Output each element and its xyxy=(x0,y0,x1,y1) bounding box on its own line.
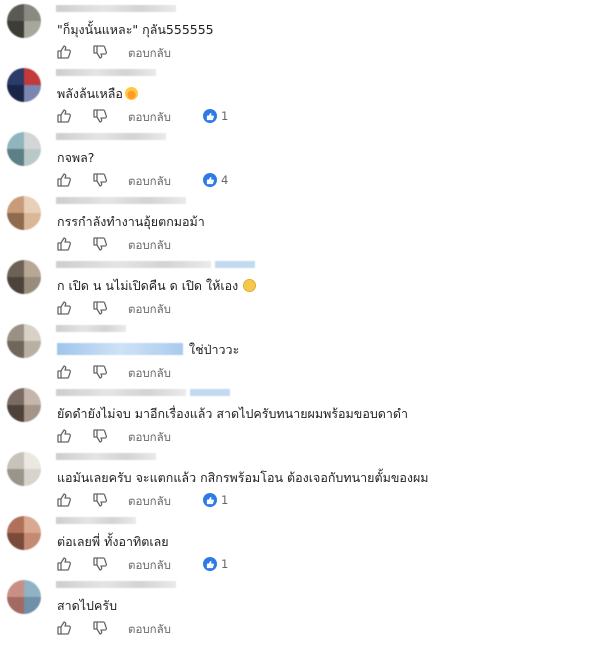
thumbs-down-icon[interactable] xyxy=(92,172,108,188)
smiling-emoji-icon xyxy=(243,279,257,292)
thumbs-up-icon[interactable] xyxy=(56,556,72,572)
thumbs-down-icon[interactable] xyxy=(92,556,108,572)
reply-button[interactable]: ตอบกลับ xyxy=(128,429,171,447)
commenter-name-blurred[interactable] xyxy=(56,197,186,204)
avatar[interactable] xyxy=(7,452,41,486)
like-count[interactable]: 1 xyxy=(203,108,228,124)
commenter-name-blurred[interactable] xyxy=(56,581,176,588)
commenter-name-blurred[interactable] xyxy=(56,325,126,332)
thumbs-up-icon[interactable] xyxy=(56,172,72,188)
thumbs-down-icon[interactable] xyxy=(92,364,108,380)
thumbs-down-icon[interactable] xyxy=(92,492,108,508)
comment-text-content: พลังล้นเหลือ xyxy=(57,86,123,101)
comment-item: พลังล้นเหลือ ตอบกลับ 1 xyxy=(0,68,600,134)
reply-button[interactable]: ตอบกลับ xyxy=(128,557,171,575)
comment-item: กรรกำลังทำงานอุ้ยตกมอม้า ตอบกลับ xyxy=(0,196,600,262)
reply-button[interactable]: ตอบกลับ xyxy=(128,173,171,191)
comment-text: แอมันเลยครับ จะแตกแล้ว กสิกรพร้อมโอน ต้อ… xyxy=(57,470,429,485)
comment-text: ยัดดำยังไม่จบ มาอีกเรื่องแล้ว สาดไปครับท… xyxy=(57,406,409,421)
like-reaction-icon xyxy=(203,493,217,507)
like-count-number: 4 xyxy=(221,173,229,187)
comment-item: "ก็มุงนั้นแหละ" กุลัน555555 ตอบกลับ xyxy=(0,4,600,70)
thumbs-down-icon[interactable] xyxy=(92,300,108,316)
thumbs-up-icon[interactable] xyxy=(56,300,72,316)
commenter-name-blurred[interactable] xyxy=(56,5,176,12)
reply-button[interactable]: ตอบกลับ xyxy=(128,621,171,639)
reply-button[interactable]: ตอบกลับ xyxy=(128,365,171,383)
thumbs-up-icon[interactable] xyxy=(56,44,72,60)
like-count-number: 1 xyxy=(221,557,229,571)
comment-text: ต่อเลยพี่ ทั้งอาทิตเลย xyxy=(57,534,169,549)
comment-text-content: ใช่ป่าววะ xyxy=(189,342,240,357)
comment-item: สาดไปครับ ตอบกลับ xyxy=(0,580,600,646)
avatar[interactable] xyxy=(7,388,41,422)
comment-text: ก เปิด น นไม่เปิดคืน ด เปิด ให้เอง xyxy=(57,278,257,294)
commenter-name-blurred[interactable] xyxy=(56,133,166,140)
avatar[interactable] xyxy=(7,68,41,102)
comment-item: แอมันเลยครับ จะแตกแล้ว กสิกรพร้อมโอน ต้อ… xyxy=(0,452,600,518)
like-reaction-icon xyxy=(203,557,217,571)
thumbs-up-icon[interactable] xyxy=(56,428,72,444)
reply-button[interactable]: ตอบกลับ xyxy=(128,493,171,511)
thumbs-down-icon[interactable] xyxy=(92,620,108,636)
reply-button[interactable]: ตอบกลับ xyxy=(128,237,171,255)
comment-text: พลังล้นเหลือ xyxy=(57,86,138,102)
laughing-emoji-icon xyxy=(124,87,138,100)
avatar[interactable] xyxy=(7,4,41,38)
reply-button[interactable]: ตอบกลับ xyxy=(128,45,171,63)
like-count-number: 1 xyxy=(221,109,229,123)
thumbs-down-icon[interactable] xyxy=(92,108,108,124)
commenter-name-blurred[interactable] xyxy=(56,261,255,268)
like-reaction-icon xyxy=(203,173,217,187)
avatar[interactable] xyxy=(7,196,41,230)
comment-text: ใช่ป่าววะ xyxy=(57,342,239,358)
like-count-number: 1 xyxy=(221,493,229,507)
avatar[interactable] xyxy=(7,132,41,166)
avatar[interactable] xyxy=(7,516,41,550)
like-count[interactable]: 4 xyxy=(203,172,228,188)
avatar[interactable] xyxy=(7,324,41,358)
comment-item: ก เปิด น นไม่เปิดคืน ด เปิด ให้เอง ตอบกล… xyxy=(0,260,600,326)
thumbs-up-icon[interactable] xyxy=(56,620,72,636)
comment-text: กรรกำลังทำงานอุ้ยตกมอม้า xyxy=(57,214,205,229)
avatar[interactable] xyxy=(7,580,41,614)
thumbs-down-icon[interactable] xyxy=(92,44,108,60)
thumbs-up-icon[interactable] xyxy=(56,492,72,508)
comment-item: ยัดดำยังไม่จบ มาอีกเรื่องแล้ว สาดไปครับท… xyxy=(0,388,600,454)
thumbs-up-icon[interactable] xyxy=(56,364,72,380)
comment-item: กจพล? ตอบกลับ 4 xyxy=(0,132,600,198)
like-count[interactable]: 1 xyxy=(203,556,228,572)
reply-button[interactable]: ตอบกลับ xyxy=(128,109,171,127)
avatar[interactable] xyxy=(7,260,41,294)
reply-button[interactable]: ตอบกลับ xyxy=(128,301,171,319)
like-count[interactable]: 1 xyxy=(203,492,228,508)
comment-text: "ก็มุงนั้นแหละ" กุลัน555555 xyxy=(57,22,214,37)
commenter-name-blurred[interactable] xyxy=(56,453,156,460)
mention-link-blurred[interactable] xyxy=(57,343,183,355)
thumbs-up-icon[interactable] xyxy=(56,108,72,124)
comment-item: ใช่ป่าววะ ตอบกลับ xyxy=(0,324,600,390)
thumbs-down-icon[interactable] xyxy=(92,236,108,252)
commenter-name-blurred[interactable] xyxy=(56,389,230,396)
commenter-name-blurred[interactable] xyxy=(56,69,156,76)
thumbs-up-icon[interactable] xyxy=(56,236,72,252)
comment-text: สาดไปครับ xyxy=(57,598,117,613)
comment-item: ต่อเลยพี่ ทั้งอาทิตเลย ตอบกลับ 1 xyxy=(0,516,600,582)
comment-text: กจพล? xyxy=(57,150,95,165)
commenter-name-blurred[interactable] xyxy=(56,517,136,524)
thumbs-down-icon[interactable] xyxy=(92,428,108,444)
like-reaction-icon xyxy=(203,109,217,123)
comment-text-content: ก เปิด น นไม่เปิดคืน ด เปิด ให้เอง xyxy=(57,278,239,293)
